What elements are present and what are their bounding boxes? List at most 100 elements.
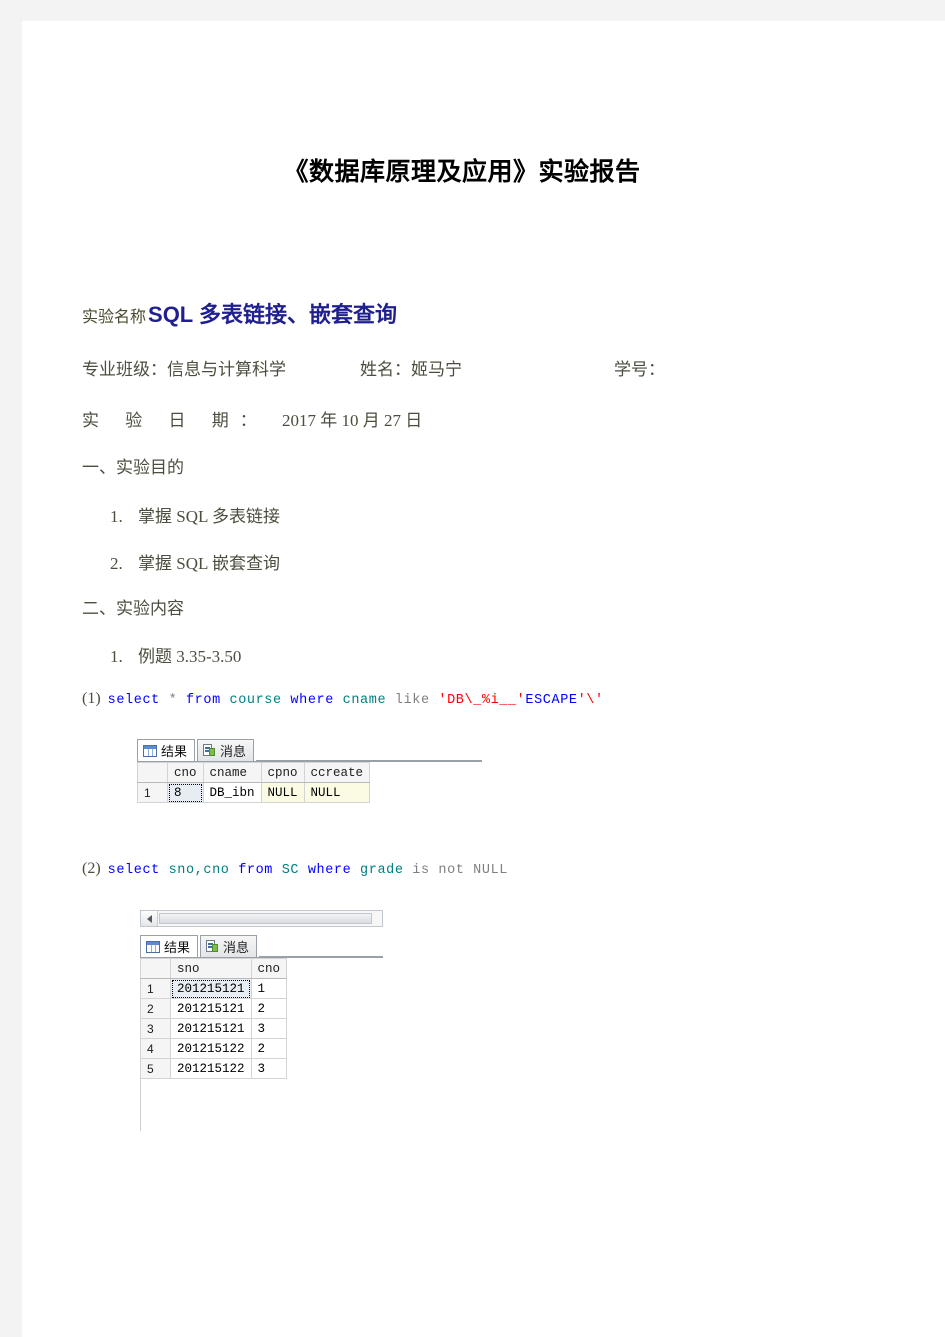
list-item: 1. 掌握 SQL 多表链接 bbox=[110, 502, 280, 527]
scrollbar-thumb-2[interactable] bbox=[159, 913, 373, 924]
horizontal-scrollbar-2[interactable] bbox=[140, 910, 383, 927]
list-item-number: 1. bbox=[110, 647, 123, 666]
list-item-number: 1. bbox=[110, 507, 123, 526]
table-cell[interactable]: 201215121 bbox=[170, 1018, 252, 1039]
column-header[interactable]: cno bbox=[250, 958, 288, 979]
table-cell[interactable]: DB_ibn bbox=[202, 782, 262, 803]
result-tabstrip-2[interactable]: 结果 消息 bbox=[140, 933, 383, 958]
table-row[interactable]: 5 201215122 3 bbox=[140, 1058, 288, 1079]
experiment-name-label: 实验名称 bbox=[82, 309, 147, 326]
sql-token: from bbox=[238, 863, 274, 878]
list-item-label: 掌握 SQL 多表链接 bbox=[138, 507, 280, 526]
grid-empty-area-2 bbox=[140, 1079, 383, 1131]
column-header[interactable]: cname bbox=[202, 762, 262, 783]
grid-icon bbox=[143, 744, 157, 757]
sql-statement-2: (2) select sno,cno from SC where grade is… bbox=[82, 860, 508, 878]
list-item-number: 2. bbox=[110, 554, 123, 573]
sql-token: 'DB\_%i__' bbox=[438, 693, 526, 708]
class-field: 专业班级：信息与计算科学 bbox=[82, 360, 286, 379]
student-id-field: 学号： bbox=[614, 360, 665, 379]
tab-messages-1[interactable]: 消息 bbox=[197, 739, 255, 761]
sql-token: select bbox=[107, 693, 160, 708]
grid-icon bbox=[146, 940, 160, 953]
scroll-left-button-2[interactable] bbox=[141, 911, 158, 926]
sql-code-2: select sno,cno from SC where grade is no… bbox=[108, 863, 508, 878]
sql-index-2: (2) bbox=[82, 860, 101, 877]
sql-token: select bbox=[107, 863, 160, 878]
sql-token: course bbox=[229, 693, 282, 708]
table-cell[interactable]: 201215121 bbox=[170, 998, 252, 1019]
sql-token: from bbox=[185, 693, 221, 708]
table-cell[interactable]: NULL bbox=[260, 782, 305, 803]
tab-messages-label-1: 消息 bbox=[220, 744, 247, 759]
sql-token: where bbox=[290, 693, 334, 708]
table-cell[interactable]: 201215122 bbox=[170, 1038, 252, 1059]
sql-token: * bbox=[159, 693, 186, 708]
sql-code-1: select * from course where cname like 'D… bbox=[108, 693, 604, 708]
result-tabstrip-1[interactable]: 结果 消息 bbox=[137, 737, 482, 762]
column-header[interactable]: ccreate bbox=[303, 762, 371, 783]
row-number-header bbox=[140, 958, 171, 979]
results-table-2[interactable]: sno cno 1 201215121 1 2 201215121 2 3 201215121 3 4… bbox=[140, 958, 288, 1079]
table-row[interactable]: 3 201215121 3 bbox=[140, 1018, 288, 1039]
table-header-row: sno cno bbox=[140, 958, 288, 979]
column-header[interactable]: cpno bbox=[260, 762, 305, 783]
tab-results-1[interactable]: 结果 bbox=[137, 739, 196, 761]
row-number-cell[interactable]: 2 bbox=[140, 998, 171, 1019]
scrollbar-track-2[interactable] bbox=[158, 911, 382, 926]
table-row[interactable]: 4 201215122 2 bbox=[140, 1038, 288, 1059]
sql-index-1: (1) bbox=[82, 690, 101, 707]
document-page: 《数据库原理及应用》实验报告 实验名称SQL 多表链接、嵌套查询 专业班级：信息… bbox=[22, 21, 945, 1337]
column-header[interactable]: cno bbox=[167, 762, 204, 783]
tabstrip-filler-1 bbox=[256, 760, 482, 761]
row-number-cell[interactable]: 4 bbox=[140, 1038, 171, 1059]
row-number-header bbox=[137, 762, 168, 783]
list-item: 1. 例题 3.35-3.50 bbox=[110, 642, 241, 667]
table-header-row: cno cname cpno ccreate bbox=[137, 762, 371, 783]
sql-statement-1: (1) select * from course where cname like… bbox=[82, 690, 604, 708]
row-number-cell[interactable]: 3 bbox=[140, 1018, 171, 1039]
results-table-1[interactable]: cno cname cpno ccreate 1 8 DB_ibn NULL NULL bbox=[137, 762, 371, 803]
experiment-name-value: SQL 多表链接、嵌套查询 bbox=[148, 302, 397, 327]
tab-results-label-1: 结果 bbox=[161, 744, 188, 759]
table-cell[interactable]: 8 bbox=[167, 782, 204, 803]
table-cell[interactable]: 1 bbox=[250, 978, 288, 999]
list-item: 2. 掌握 SQL 嵌套查询 bbox=[110, 549, 280, 574]
column-header[interactable]: sno bbox=[170, 958, 252, 979]
table-cell[interactable]: 3 bbox=[250, 1058, 288, 1079]
sql-token: where bbox=[307, 863, 352, 878]
table-row[interactable]: 1 201215121 1 bbox=[140, 978, 288, 999]
table-row[interactable]: 2 201215121 2 bbox=[140, 998, 288, 1019]
table-cell[interactable]: NULL bbox=[303, 782, 371, 803]
section-heading-purpose: 一、实验目的 bbox=[82, 458, 184, 477]
result-grid-1[interactable]: 结果 消息 cno cname cpno ccreate 1 8 DB_ibn NULL NUL… bbox=[137, 737, 482, 803]
tab-messages-2[interactable]: 消息 bbox=[200, 935, 258, 957]
result-grid-2[interactable]: 结果 消息 sno cno 1 201215121 1 2 201215121 2 3 20121… bbox=[140, 910, 383, 1131]
sql-token: is not NULL bbox=[403, 863, 508, 878]
tab-results-label-2: 结果 bbox=[164, 940, 191, 955]
row-number-cell[interactable]: 1 bbox=[137, 782, 168, 803]
table-cell[interactable]: 2 bbox=[250, 1038, 288, 1059]
table-cell[interactable]: 3 bbox=[250, 1018, 288, 1039]
chevron-left-icon bbox=[146, 914, 152, 923]
student-name-field: 姓名：姬马宁 bbox=[360, 360, 462, 379]
list-item-label: 掌握 SQL 嵌套查询 bbox=[138, 554, 280, 573]
tab-messages-label-2: 消息 bbox=[223, 940, 250, 955]
sql-token: '\' bbox=[577, 693, 604, 708]
tabstrip-filler-2 bbox=[259, 956, 383, 957]
row-number-cell[interactable]: 1 bbox=[140, 978, 171, 999]
page-title: 《数据库原理及应用》实验报告 bbox=[283, 158, 641, 186]
table-cell[interactable]: 201215122 bbox=[170, 1058, 252, 1079]
table-cell[interactable]: 2 bbox=[250, 998, 288, 1019]
row-number-cell[interactable]: 5 bbox=[140, 1058, 171, 1079]
page-margin-top bbox=[0, 0, 945, 21]
table-row[interactable]: 1 8 DB_ibn NULL NULL bbox=[137, 782, 371, 803]
table-cell[interactable]: 201215121 bbox=[170, 978, 252, 999]
message-icon bbox=[203, 744, 216, 757]
tab-results-2[interactable]: 结果 bbox=[140, 935, 199, 957]
